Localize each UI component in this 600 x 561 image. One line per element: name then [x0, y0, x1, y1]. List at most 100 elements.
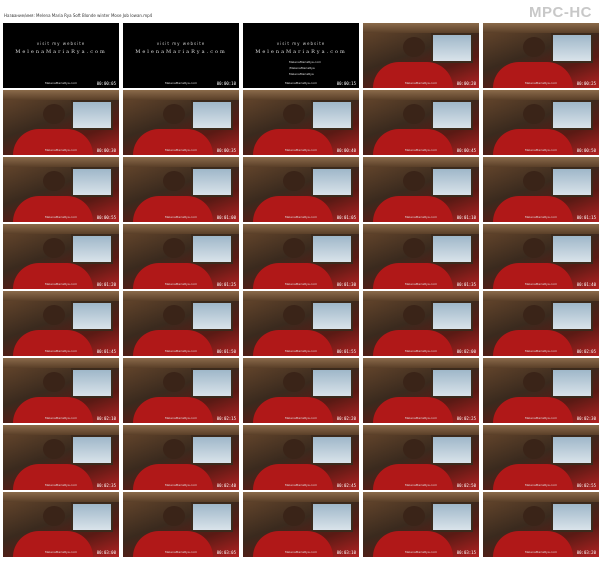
person-head — [43, 104, 65, 124]
window — [191, 301, 233, 331]
ceiling — [483, 157, 599, 167]
timestamp: 00:03:05 — [216, 550, 236, 555]
person-head — [283, 372, 305, 392]
video-thumbnail: MelenaMariaRya.com 00:00:40 — [243, 90, 359, 155]
video-thumbnail: MelenaMariaRya.com 00:01:05 — [243, 157, 359, 222]
ceiling — [243, 157, 359, 167]
timestamp: 00:00:15 — [336, 81, 356, 86]
window — [71, 502, 113, 532]
video-thumbnail: MelenaMariaRya.com 00:03:05 — [123, 492, 239, 557]
video-thumbnail: MelenaMariaRya.com 00:01:30 — [243, 224, 359, 289]
timestamp: 00:00:50 — [576, 148, 596, 153]
video-thumbnail: MelenaMariaRya.com 00:03:20 — [483, 492, 599, 557]
window — [551, 301, 593, 331]
video-thumbnail: MelenaMariaRya.com 00:02:30 — [483, 358, 599, 423]
timestamp: 00:00:10 — [216, 81, 236, 86]
window — [551, 368, 593, 398]
ceiling — [3, 157, 119, 167]
card-site-text: MelenaMariaRya.com — [135, 49, 227, 55]
person-head — [523, 305, 545, 325]
timestamp: 00:00:40 — [336, 148, 356, 153]
timestamp: 00:02:05 — [576, 349, 596, 354]
video-thumbnail: MelenaMariaRya.com 00:02:10 — [3, 358, 119, 423]
video-thumbnail: visit my website MelenaMariaRya.com Melena… — [123, 23, 239, 88]
person-head — [283, 439, 305, 459]
timestamp: 00:00:35 — [216, 148, 236, 153]
ceiling — [363, 425, 479, 435]
timestamp: 00:00:25 — [576, 81, 596, 86]
ceiling — [123, 492, 239, 502]
card-visit-text: visit my website — [156, 41, 206, 46]
window — [431, 368, 473, 398]
video-thumbnail: MelenaMariaRya.com 00:01:20 — [3, 224, 119, 289]
person-head — [403, 439, 425, 459]
ceiling — [243, 425, 359, 435]
timestamp: 00:01:20 — [96, 282, 116, 287]
video-thumbnail: MelenaMariaRya.com 00:00:30 — [3, 90, 119, 155]
window — [551, 435, 593, 465]
ceiling — [483, 90, 599, 100]
timestamp: 00:01:55 — [336, 349, 356, 354]
person-head — [523, 37, 545, 57]
window — [191, 100, 233, 130]
video-thumbnail: MelenaMariaRya.com 00:00:20 — [363, 23, 479, 88]
ceiling — [3, 425, 119, 435]
timestamp: 00:02:40 — [216, 483, 236, 488]
ceiling — [483, 425, 599, 435]
ceiling — [243, 291, 359, 301]
video-thumbnail: MelenaMariaRya.com 00:01:55 — [243, 291, 359, 356]
ceiling — [363, 157, 479, 167]
person-head — [283, 171, 305, 191]
video-thumbnail: MelenaMariaRya.com 00:02:55 — [483, 425, 599, 490]
window — [431, 167, 473, 197]
timestamp: 00:02:35 — [96, 483, 116, 488]
timestamp: 00:02:30 — [576, 416, 596, 421]
person-head — [43, 238, 65, 258]
window — [551, 502, 593, 532]
person-head — [163, 104, 185, 124]
window — [71, 301, 113, 331]
ceiling — [363, 291, 479, 301]
video-thumbnail: MelenaMariaRya.com 00:02:00 — [363, 291, 479, 356]
timestamp: 00:02:00 — [456, 349, 476, 354]
ceiling — [123, 157, 239, 167]
video-thumbnail: visit my website MelenaMariaRya.com Melena… — [243, 23, 359, 88]
timestamp: 00:00:55 — [96, 215, 116, 220]
video-thumbnail: MelenaMariaRya.com 00:01:45 — [3, 291, 119, 356]
video-thumbnail: MelenaMariaRya.com 00:00:25 — [483, 23, 599, 88]
timestamp: 00:02:55 — [576, 483, 596, 488]
window — [71, 368, 113, 398]
window — [191, 234, 233, 264]
ceiling — [3, 224, 119, 234]
timestamp: 00:01:30 — [336, 282, 356, 287]
window — [551, 100, 593, 130]
video-thumbnail: MelenaMariaRya.com 00:01:10 — [363, 157, 479, 222]
person-head — [403, 305, 425, 325]
video-thumbnail: MelenaMariaRya.com 00:01:25 — [123, 224, 239, 289]
person-head — [43, 439, 65, 459]
video-thumbnail: MelenaMariaRya.com 00:02:50 — [363, 425, 479, 490]
timestamp: 00:01:10 — [456, 215, 476, 220]
timestamp: 00:03:10 — [336, 550, 356, 555]
video-thumbnail: MelenaMariaRya.com 00:01:35 — [363, 224, 479, 289]
window — [191, 368, 233, 398]
ceiling — [363, 492, 479, 502]
timestamp: 00:03:15 — [456, 550, 476, 555]
timestamp: 00:02:25 — [456, 416, 476, 421]
ceiling — [483, 358, 599, 368]
timestamp: 00:01:05 — [336, 215, 356, 220]
timestamp: 00:03:00 — [96, 550, 116, 555]
timestamp: 00:02:45 — [336, 483, 356, 488]
social-link: MelenaMariaRya — [289, 72, 314, 76]
window — [311, 234, 353, 264]
ceiling — [3, 90, 119, 100]
ceiling — [483, 492, 599, 502]
person-head — [523, 439, 545, 459]
video-thumbnail: MelenaMariaRya.com 00:02:40 — [123, 425, 239, 490]
window — [191, 435, 233, 465]
person-head — [283, 238, 305, 258]
person-head — [403, 37, 425, 57]
video-thumbnail: visit my website MelenaMariaRya.com Melena… — [3, 23, 119, 88]
window — [311, 368, 353, 398]
window — [311, 435, 353, 465]
